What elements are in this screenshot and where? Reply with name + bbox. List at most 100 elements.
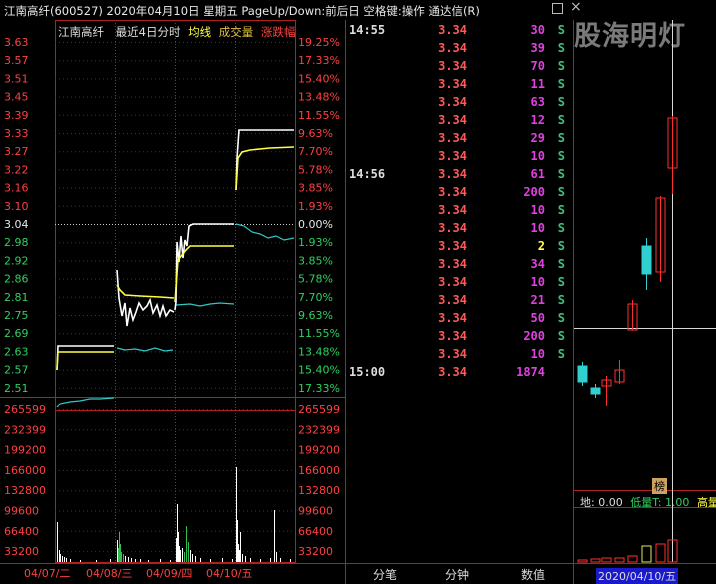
candle-body (590, 387, 601, 395)
tick-volume: 11 (530, 77, 545, 91)
tick-row[interactable]: 3.34 21 S (347, 293, 571, 311)
volume-bar (195, 556, 196, 562)
volume-tick-label: 132800 (4, 484, 46, 497)
tick-list[interactable]: 14:55 3.34 30 S 3.34 39 S 3.34 70 S 3.34 11 S 3.34 63 S… (347, 20, 573, 564)
volume-bar (245, 556, 246, 562)
tab-ticks[interactable]: 分笔 (360, 566, 410, 584)
volume-bar (170, 560, 171, 562)
tick-row[interactable]: 3.34 2 S (347, 239, 571, 257)
tick-volume: 61 (530, 167, 545, 181)
volume-tick-label-right: 199200 (298, 444, 340, 457)
tick-row[interactable]: 3.34 10 S (347, 203, 571, 221)
volume-bar (117, 540, 118, 562)
candle-body (641, 245, 652, 275)
volume-tick-label-right: 265599 (298, 403, 340, 416)
tick-volume: 10 (530, 203, 545, 217)
volume-tick-label: 265599 (4, 403, 46, 416)
volume-bar (60, 554, 61, 562)
rank-badge[interactable]: 榜 (652, 478, 667, 494)
kline-candles (577, 116, 678, 406)
tick-row[interactable]: 15:00 3.34 1874 (347, 365, 571, 383)
tick-row[interactable]: 3.34 10 S (347, 275, 571, 293)
volume-tick-label-right: 232399 (298, 423, 340, 436)
window-title: 江南高纤(600527) 2020年04月10日 星期五 PageUp/Down… (4, 4, 480, 18)
tick-volume: 200 (523, 329, 545, 343)
tick-direction: S (557, 347, 565, 361)
low-volume-label: 低量T: (630, 496, 662, 509)
tick-row[interactable]: 3.34 200 S (347, 185, 571, 203)
volume-label[interactable]: 成交量 (219, 25, 254, 39)
tick-price: 3.34 (438, 239, 467, 253)
price-tick-label: 2.57 (4, 364, 29, 377)
price-tick-label: 3.51 (4, 72, 29, 85)
tick-direction: S (557, 95, 565, 109)
volume-bar (125, 556, 126, 562)
volume-bar (236, 467, 237, 562)
volume-bar (148, 560, 149, 562)
tick-row[interactable]: 3.34 29 S (347, 131, 571, 149)
low-volume-value: 1.00 (664, 496, 690, 509)
indicator-bars (577, 539, 678, 563)
tick-volume: 21 (530, 293, 545, 307)
percent-tick-label: 15.40% (298, 72, 340, 85)
tick-row[interactable]: 14:55 3.34 30 S (347, 23, 571, 41)
volume-bar (123, 554, 124, 562)
tab-minutes[interactable]: 分钟 (432, 566, 482, 584)
volume-bar (280, 558, 281, 562)
tick-row[interactable]: 3.34 10 S (347, 221, 571, 239)
volume-bar (184, 552, 185, 562)
avg-line-label[interactable]: 均线 (188, 25, 211, 39)
volume-bar (274, 510, 275, 562)
tick-row[interactable]: 3.34 70 S (347, 59, 571, 77)
tick-price: 3.34 (438, 77, 467, 91)
chart-header: 江南高纤 最近4日分时 均线 成交量 涨跌幅 (58, 24, 295, 40)
percent-tick-label: 5.78% (298, 273, 333, 286)
volume-tick-label-right: 132800 (298, 484, 340, 497)
volume-bar (177, 504, 178, 562)
tick-row[interactable]: 3.34 34 S (347, 257, 571, 275)
volume-bar (237, 520, 238, 562)
tick-volume: 70 (530, 59, 545, 73)
date-axis: 04/07/二 04/08/三 04/09/四 04/10/五 (24, 567, 252, 580)
tick-row[interactable]: 3.34 200 S (347, 329, 571, 347)
tick-volume: 29 (530, 131, 545, 145)
volume-bar (119, 532, 120, 562)
volume-bar (64, 557, 65, 562)
volume-tick-label: 33200 (4, 545, 39, 558)
volume-tick-label-right: 66400 (298, 525, 333, 538)
volume-bar (242, 554, 243, 562)
tick-price: 3.34 (438, 149, 467, 163)
volume-bar (180, 550, 181, 562)
tick-row[interactable]: 14:56 3.34 61 S (347, 167, 571, 185)
tick-price: 3.34 (438, 59, 467, 73)
close-button[interactable]: × (570, 0, 582, 14)
tick-row[interactable]: 3.34 12 S (347, 113, 571, 131)
price-tick-label: 3.04 (4, 218, 29, 231)
volume-tick-label-right: 33200 (298, 545, 333, 558)
volume-bar (240, 532, 241, 562)
maximize-button[interactable] (552, 3, 563, 14)
tick-row[interactable]: 3.34 50 S (347, 311, 571, 329)
volume-bar (57, 522, 58, 562)
tick-volume: 50 (530, 311, 545, 325)
volume-bar (290, 559, 291, 562)
tick-row[interactable]: 3.34 63 S (347, 95, 571, 113)
limit-label[interactable]: 涨跌幅 (261, 25, 296, 39)
tick-price: 3.34 (438, 203, 467, 217)
price-tick-label: 2.92 (4, 254, 29, 267)
tick-direction: S (557, 239, 565, 253)
tick-row[interactable]: 3.34 11 S (347, 77, 571, 95)
ground-value: 0.00 (598, 496, 623, 509)
percent-tick-label: 17.33% (298, 54, 340, 67)
tick-row[interactable]: 3.34 10 S (347, 149, 571, 167)
tick-row[interactable]: 3.34 39 S (347, 41, 571, 59)
tick-time: 14:55 (349, 23, 386, 37)
tick-direction: S (557, 167, 565, 181)
tab-values[interactable]: 数值 (508, 566, 558, 584)
volume-tick-label: 166000 (4, 464, 46, 477)
volume-bar (232, 559, 233, 562)
date-tick-label: 04/08/三 (86, 567, 132, 580)
tick-time: 15:00 (349, 365, 386, 379)
tick-row[interactable]: 3.34 10 S (347, 347, 571, 365)
tick-direction: S (557, 131, 565, 145)
